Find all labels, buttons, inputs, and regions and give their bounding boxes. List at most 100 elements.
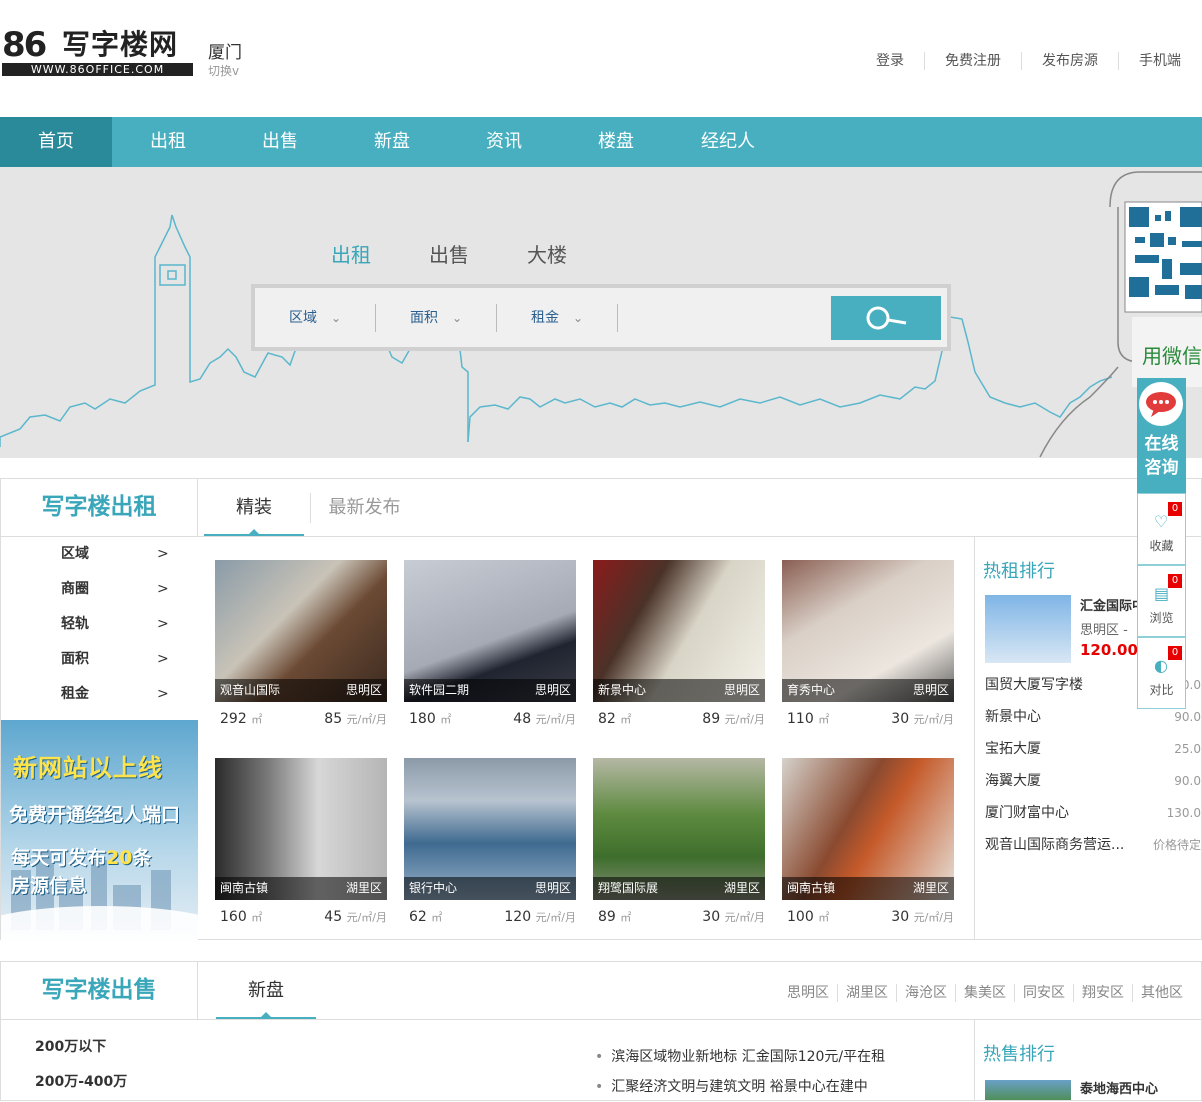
chevron-right-icon: >	[157, 546, 169, 562]
price-unit: 元/㎡/月	[724, 911, 765, 924]
listing-price: 30	[891, 711, 910, 727]
city-switch-link[interactable]: 切换v	[208, 62, 239, 79]
district-link[interactable]: 海沧区	[896, 984, 955, 1002]
history-button[interactable]: 0 ▤ 浏览	[1137, 565, 1186, 637]
agent-promo-banner[interactable]: 新网站以上线 免费开通经纪人端口 每天可发布20条 房源信息	[1, 720, 198, 941]
search-button[interactable]	[831, 296, 941, 340]
sale-price-filters: 200万以下 200万-400万	[35, 1030, 127, 1100]
listing-caption: 育秀中心 思明区	[782, 679, 954, 702]
filter-district[interactable]: 区域 >	[1, 537, 198, 572]
listing-name: 银行中心	[409, 881, 458, 895]
tab-decorated[interactable]: 精装	[204, 479, 304, 536]
login-link[interactable]: 登录	[856, 52, 924, 70]
hot-rent-row[interactable]: 观音山国际商务营运... 价格待定	[985, 829, 1201, 861]
district-link[interactable]: 集美区	[955, 984, 1014, 1002]
compare-button[interactable]: 0 ◐ 对比	[1137, 637, 1186, 709]
area-dropdown[interactable]: 面积 ⌄	[376, 303, 497, 332]
qr-caption: 用微信	[1142, 344, 1202, 368]
news-item[interactable]: 汇聚经济文明与建筑文明 裕景中心在建中	[595, 1072, 885, 1102]
listing-card[interactable]: 翔鹭国际展 湖里区 89 ㎡ 30 元/㎡/月	[593, 758, 765, 936]
listing-card[interactable]: 闽南古镇 湖里区 100 ㎡ 30 元/㎡/月	[782, 758, 954, 936]
listing-card[interactable]: 育秀中心 思明区 110 ㎡ 30 元/㎡/月	[782, 560, 954, 738]
rent-tabs: 精装 最新发布	[198, 479, 1201, 537]
chevron-down-icon: ⌄	[330, 310, 342, 325]
consult-label: 在线咨询	[1144, 434, 1179, 478]
listing-price: 45	[324, 909, 343, 925]
favorites-button[interactable]: 0 ♡ 收藏	[1137, 493, 1186, 565]
hot-row-name: 新景中心	[985, 709, 1041, 725]
post-listing-link[interactable]: 发布房源	[1021, 52, 1118, 70]
listing-area: 292	[220, 711, 247, 727]
nav-sale[interactable]: 出售	[224, 117, 336, 167]
district-link[interactable]: 同安区	[1014, 984, 1073, 1002]
chevron-right-icon: >	[157, 581, 169, 597]
rent-filter-list: 区域 > 商圈 > 轻轨 > 面积 > 租金 >	[1, 537, 198, 712]
price-filter[interactable]: 200万-400万	[35, 1065, 127, 1100]
listing-info: 160 ㎡ 45 元/㎡/月	[220, 909, 387, 925]
district-link[interactable]: 其他区	[1132, 984, 1191, 1002]
district-link[interactable]: 思明区	[779, 984, 837, 1002]
online-consult-button[interactable]: 在线咨询	[1137, 378, 1186, 493]
listing-price: 85	[324, 711, 343, 727]
filter-area[interactable]: 面积 >	[1, 642, 198, 677]
rent-section-title: 写字楼出租	[1, 479, 198, 537]
hot-top-price: 120.00	[1080, 641, 1138, 659]
listing-info: 180 ㎡ 48 元/㎡/月	[409, 711, 576, 727]
hot-rent-title: 热租排行	[983, 561, 1055, 582]
tab-latest[interactable]: 最新发布	[310, 493, 418, 523]
area-unit: ㎡	[620, 713, 632, 726]
price-unit: 元/㎡/月	[913, 713, 954, 726]
tab-new-project[interactable]: 新盘	[216, 962, 316, 1019]
favorites-label: 收藏	[1149, 539, 1174, 553]
listing-card[interactable]: 银行中心 思明区 62 ㎡ 120 元/㎡/月	[404, 758, 576, 936]
price-filter[interactable]: 200万以下	[35, 1030, 127, 1065]
register-link[interactable]: 免费注册	[924, 52, 1021, 70]
listing-card[interactable]: 闽南古镇 湖里区 160 ㎡ 45 元/㎡/月	[215, 758, 387, 936]
listing-price: 30	[891, 909, 910, 925]
nav-home[interactable]: 首页	[0, 117, 112, 167]
filter-business-area[interactable]: 商圈 >	[1, 572, 198, 607]
district-link[interactable]: 湖里区	[837, 984, 896, 1002]
news-item[interactable]: 滨海区域物业新地标 汇金国际120元/平在租	[595, 1042, 885, 1072]
hot-rent-row[interactable]: 海翼大厦 90.0	[985, 765, 1201, 797]
hot-rent-row[interactable]: 厦门财富中心 130.0	[985, 797, 1201, 829]
search-banner: 用微信 出租 出售 大楼 区域 ⌄ 面积 ⌄ 租金 ⌄	[0, 167, 1202, 458]
nav-buildings[interactable]: 楼盘	[560, 117, 672, 167]
price-unit: 元/㎡/月	[535, 911, 576, 924]
listing-card[interactable]: 新景中心 思明区 82 ㎡ 89 元/㎡/月	[593, 560, 765, 738]
chevron-right-icon: >	[157, 686, 169, 702]
search-tab-sale[interactable]: 出售	[429, 239, 469, 268]
search-tab-rent[interactable]: 出租	[331, 239, 371, 268]
price-unit: 元/㎡/月	[346, 713, 387, 726]
listing-price: 89	[702, 711, 721, 727]
district-label: 区域	[288, 309, 317, 326]
search-tab-building[interactable]: 大楼	[527, 239, 567, 268]
listing-card[interactable]: 观音山国际 思明区 292 ㎡ 85 元/㎡/月	[215, 560, 387, 738]
filter-rent[interactable]: 租金 >	[1, 677, 198, 712]
district-dropdown[interactable]: 区域 ⌄	[255, 303, 376, 332]
hot-rent-row[interactable]: 宝拓大厦 25.0	[985, 733, 1201, 765]
mobile-link[interactable]: 手机端	[1118, 52, 1181, 70]
nav-rent[interactable]: 出租	[112, 117, 224, 167]
rent-section: 写字楼出租 精装 最新发布 区域 > 商圈 > 轻轨 > 面积 > 租金 > 新网站以上线…	[0, 478, 1202, 941]
nav-agents[interactable]: 经纪人	[672, 117, 784, 167]
chevron-down-icon: ⌄	[572, 310, 584, 325]
building-photo	[985, 595, 1071, 663]
sale-news-list: 滨海区域物业新地标 汇金国际120元/平在租 汇聚经济文明与建筑文明 裕景中心在…	[595, 1042, 885, 1102]
nav-new[interactable]: 新盘	[336, 117, 448, 167]
listing-card[interactable]: 软件园二期 思明区 180 ㎡ 48 元/㎡/月	[404, 560, 576, 738]
hot-sale-title: 热售排行	[983, 1044, 1055, 1065]
rent-dropdown[interactable]: 租金 ⌄	[497, 303, 618, 332]
nav-news[interactable]: 资讯	[448, 117, 560, 167]
area-unit: ㎡	[251, 713, 263, 726]
search-tabs: 出租 出售 大楼	[331, 239, 625, 268]
listing-area: 180	[409, 711, 436, 727]
district-link[interactable]: 翔安区	[1073, 984, 1132, 1002]
filter-rail[interactable]: 轻轨 >	[1, 607, 198, 642]
site-logo[interactable]: 86 写字楼网 WWW.86OFFICE.COM	[0, 26, 195, 76]
sale-tabs: 新盘 思明区 湖里区 海沧区 集美区 同安区 翔安区 其他区	[198, 962, 1201, 1020]
history-count: 0	[1168, 574, 1182, 588]
hot-sale-top-name[interactable]: 泰地海西中心	[1080, 1078, 1158, 1097]
listing-info: 89 ㎡ 30 元/㎡/月	[598, 909, 765, 925]
listing-info: 62 ㎡ 120 元/㎡/月	[409, 909, 576, 925]
